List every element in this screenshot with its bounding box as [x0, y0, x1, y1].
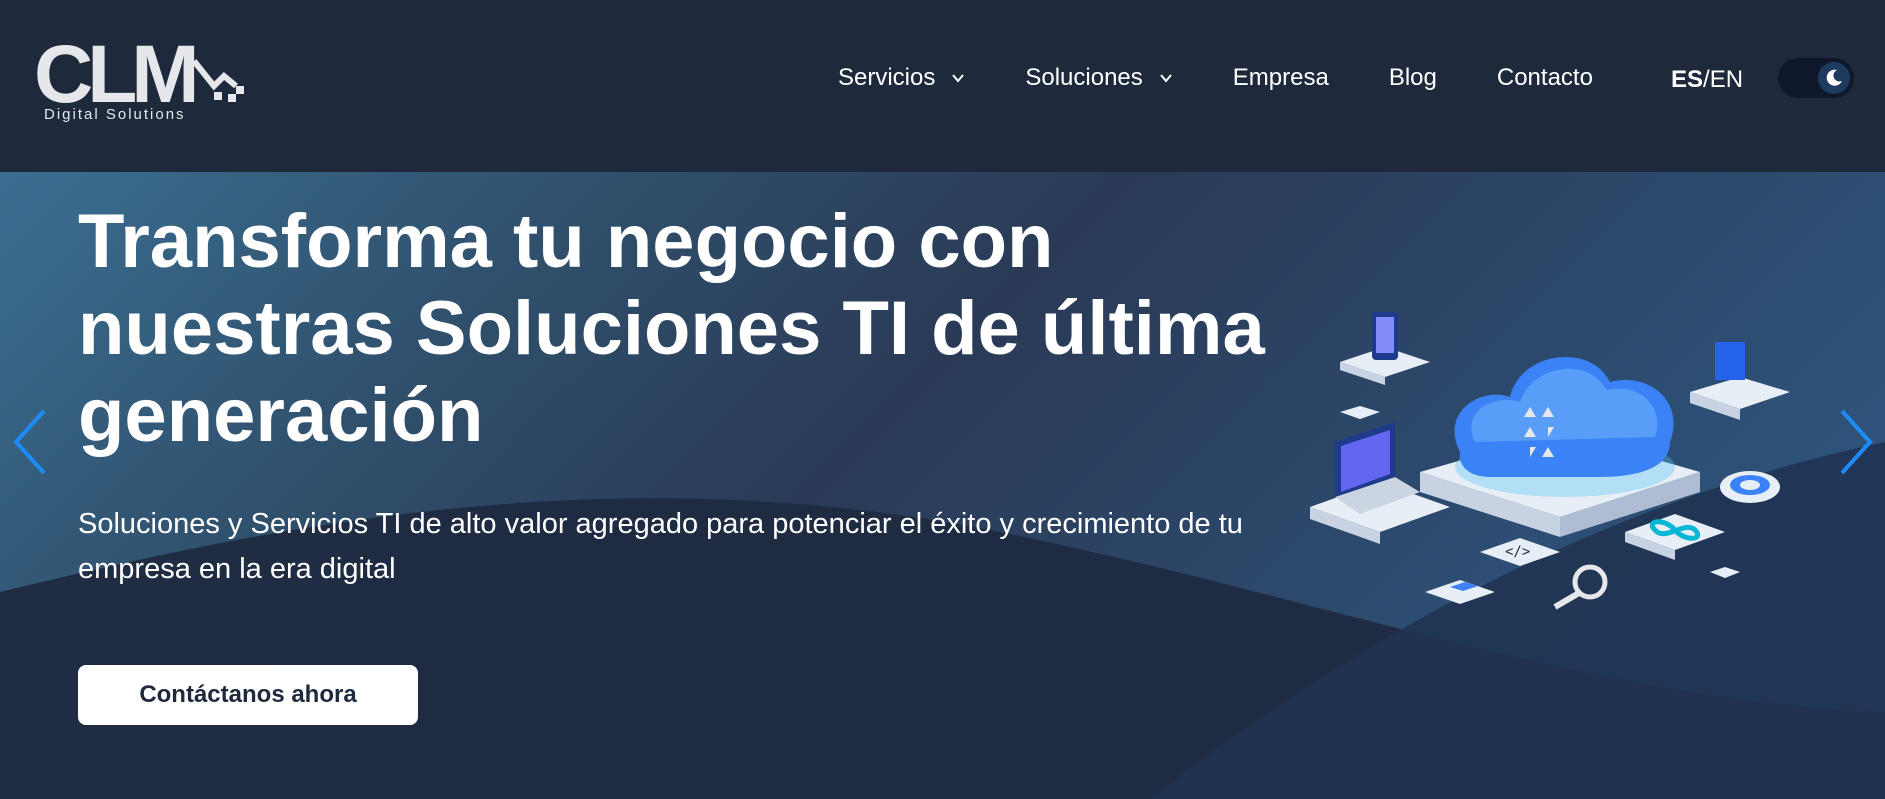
chevron-left-icon[interactable]: [10, 407, 50, 477]
nav-item-contacto[interactable]: Contacto: [1497, 64, 1593, 92]
main-nav: Servicios Soluciones Empresa Blog Contac…: [838, 64, 1653, 92]
contact-now-button[interactable]: Contáctanos ahora: [78, 665, 418, 725]
logo-mark: CLM: [34, 29, 200, 120]
language-switcher: ES/EN: [1671, 66, 1743, 94]
moon-icon: [1826, 69, 1842, 86]
nav-item-label: Servicios: [838, 64, 936, 91]
nav-item-label: Blog: [1388, 64, 1437, 91]
lang-es[interactable]: ES: [1671, 66, 1703, 93]
hero-subtitle: Soluciones y Servicios TI de alto valor …: [78, 508, 1243, 585]
nav-item-servicios[interactable]: Servicios: [838, 64, 965, 92]
logo-pixel-icon: [191, 59, 244, 102]
chevron-right-icon[interactable]: [1836, 407, 1876, 477]
chevron-down-icon: [1160, 74, 1172, 83]
nav-item-label: Empresa: [1232, 64, 1329, 91]
theme-toggle[interactable]: [1778, 58, 1854, 98]
cloud-computing-illustration: </>: [1310, 312, 1790, 610]
nav-item-soluciones[interactable]: Soluciones: [1025, 64, 1172, 92]
logo[interactable]: CLM Digital Solutions: [34, 29, 244, 126]
lang-en[interactable]: EN: [1710, 66, 1743, 93]
chevron-down-icon: [952, 74, 965, 83]
nav-item-empresa[interactable]: Empresa: [1233, 64, 1329, 92]
toggle-knob: [1818, 62, 1850, 94]
hero-banner: Transforma tu negocio con nuestras Soluc…: [0, 172, 1885, 799]
logo-tagline: Digital Solutions: [44, 106, 186, 123]
lang-separator: /: [1703, 66, 1710, 93]
nav-item-blog[interactable]: Blog: [1389, 64, 1437, 92]
nav-item-label: Contacto: [1496, 64, 1593, 91]
site-header: CLM Digital Solutions Servicios Solucion…: [0, 0, 1885, 172]
nav-item-label: Soluciones: [1025, 64, 1143, 91]
svg-text:</>: </>: [1505, 544, 1530, 560]
hero-title: Transforma tu negocio con nuestras Soluc…: [78, 199, 1265, 458]
